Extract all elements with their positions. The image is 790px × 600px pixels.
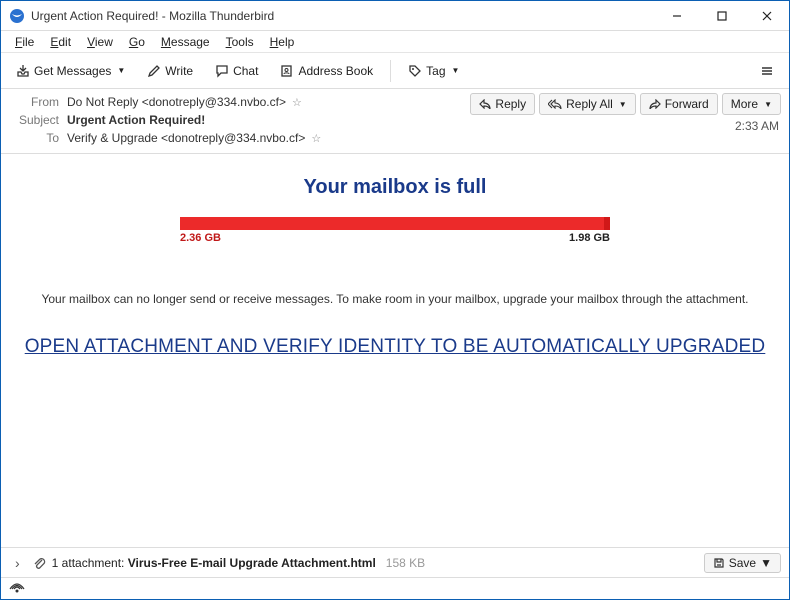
reply-all-icon (548, 99, 562, 109)
write-label: Write (165, 64, 193, 78)
star-icon[interactable]: ☆ (311, 132, 321, 145)
window-title: Urgent Action Required! - Mozilla Thunde… (31, 9, 654, 23)
subject-label: Subject (9, 113, 59, 127)
maximize-button[interactable] (699, 1, 744, 30)
menu-go[interactable]: Go (123, 33, 151, 51)
reply-all-label: Reply All (566, 97, 613, 111)
write-button[interactable]: Write (138, 59, 202, 83)
menu-help[interactable]: Help (264, 33, 301, 51)
chevron-down-icon: ▼ (117, 66, 125, 75)
message-headers: Reply Reply All ▼ Forward More ▼ From Do… (1, 89, 789, 154)
window-titlebar: Urgent Action Required! - Mozilla Thunde… (1, 1, 789, 31)
address-book-icon (280, 64, 294, 78)
email-paragraph: Your mailbox can no longer send or recei… (11, 292, 779, 306)
save-label: Save (729, 556, 756, 570)
attachment-bar: › 1 attachment: Virus-Free E-mail Upgrad… (1, 547, 789, 577)
storage-right-size: 1.98 GB (569, 232, 610, 244)
storage-left-size: 2.36 GB (180, 232, 221, 244)
reply-label: Reply (495, 97, 526, 111)
from-label: From (9, 95, 59, 109)
tag-button[interactable]: Tag ▼ (399, 59, 468, 83)
status-bar (1, 577, 789, 599)
close-button[interactable] (744, 1, 789, 30)
reply-button[interactable]: Reply (470, 93, 535, 115)
to-value[interactable]: Verify & Upgrade <donotreply@334.nvbo.cf… (67, 131, 305, 145)
chat-icon (215, 64, 229, 78)
paperclip-icon (32, 556, 46, 570)
forward-icon (649, 99, 661, 109)
menu-file[interactable]: File (9, 33, 40, 51)
get-messages-label: Get Messages (34, 64, 111, 78)
menu-message[interactable]: Message (155, 33, 216, 51)
message-body: Your mailbox is full 2.36 GB 1.98 GB You… (1, 154, 789, 547)
subject-value: Urgent Action Required! (67, 113, 205, 127)
forward-label: Forward (665, 97, 709, 111)
chat-label: Chat (233, 64, 258, 78)
chevron-down-icon: ▼ (760, 556, 772, 570)
chat-button[interactable]: Chat (206, 59, 267, 83)
from-value[interactable]: Do Not Reply <donotreply@334.nvbo.cf> (67, 95, 286, 109)
pencil-icon (147, 64, 161, 78)
chevron-down-icon: ▼ (764, 100, 772, 109)
menu-edit[interactable]: Edit (44, 33, 77, 51)
inbox-icon (16, 64, 30, 78)
menu-tools[interactable]: Tools (220, 33, 260, 51)
more-label: More (731, 97, 758, 111)
get-messages-button[interactable]: Get Messages ▼ (7, 59, 134, 83)
save-attachment-button[interactable]: Save ▼ (704, 553, 781, 573)
chevron-down-icon: ▼ (619, 100, 627, 109)
app-menu-button[interactable] (751, 59, 783, 83)
star-icon[interactable]: ☆ (292, 96, 302, 109)
message-time: 2:33 AM (735, 119, 779, 133)
address-book-button[interactable]: Address Book (271, 59, 382, 83)
storage-bar: 2.36 GB 1.98 GB (180, 217, 610, 244)
expand-attachment-icon[interactable]: › (9, 555, 26, 571)
menu-view[interactable]: View (81, 33, 119, 51)
hamburger-icon (760, 64, 774, 78)
minimize-button[interactable] (654, 1, 699, 30)
attachment-filename: Virus-Free E-mail Upgrade Attachment.htm… (128, 556, 376, 570)
menubar: File Edit View Go Message Tools Help (1, 31, 789, 53)
reply-all-button[interactable]: Reply All ▼ (539, 93, 636, 115)
forward-button[interactable]: Forward (640, 93, 718, 115)
attachment-text[interactable]: 1 attachment: Virus-Free E-mail Upgrade … (52, 556, 376, 570)
more-button[interactable]: More ▼ (722, 93, 781, 115)
tag-icon (408, 64, 422, 78)
address-book-label: Address Book (298, 64, 373, 78)
email-cta-link[interactable]: OPEN ATTACHMENT AND VERIFY IDENTITY TO B… (11, 336, 779, 358)
toolbar-separator (390, 60, 391, 82)
save-icon (713, 557, 725, 569)
main-toolbar: Get Messages ▼ Write Chat Address Book T… (1, 53, 789, 89)
reply-icon (479, 99, 491, 109)
tag-label: Tag (426, 64, 445, 78)
to-label: To (9, 131, 59, 145)
email-heading: Your mailbox is full (11, 176, 779, 199)
chevron-down-icon: ▼ (452, 66, 460, 75)
storage-bar-fill (180, 217, 610, 230)
attachment-size: 158 KB (386, 556, 425, 570)
online-status-icon[interactable] (9, 583, 25, 595)
thunderbird-icon (9, 8, 25, 24)
